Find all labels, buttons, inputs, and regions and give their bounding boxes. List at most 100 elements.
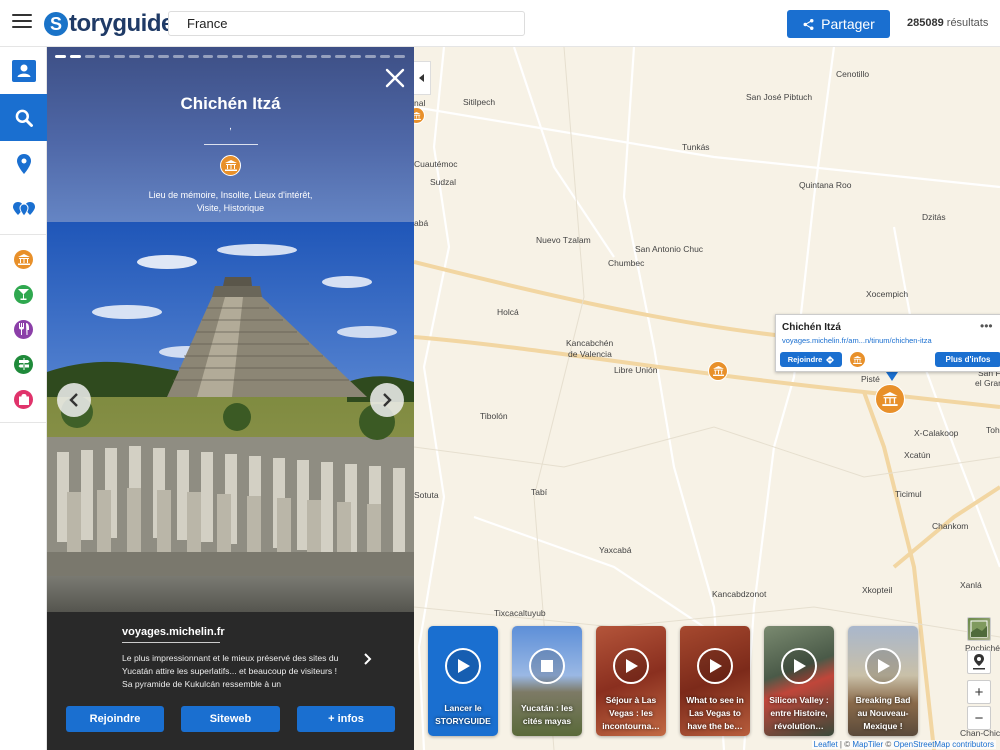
layer-switcher-button[interactable] — [967, 617, 991, 641]
poi-description: Le plus impressionnant et le mieux prése… — [122, 653, 339, 689]
map-label: de Valencia — [568, 349, 612, 359]
search-icon — [15, 109, 33, 127]
signpost-icon — [14, 354, 33, 374]
results-number: 285089 — [907, 17, 944, 29]
story-card-las-vegas-fr[interactable]: Séjour à Las Vegas : les incontourna… — [596, 626, 666, 736]
collapse-panel-button[interactable] — [414, 61, 431, 95]
more-options-icon[interactable]: ••• — [980, 319, 993, 333]
restaurant-icon — [14, 319, 33, 339]
directions-icon — [826, 355, 835, 364]
sidebar-item-places[interactable] — [0, 186, 47, 232]
play-icon — [781, 648, 817, 684]
map-label: San Antonio Chuc — [635, 244, 704, 254]
more-info-button[interactable]: + infos — [297, 706, 395, 732]
caret-left-icon — [419, 74, 424, 82]
map-label: Toh — [986, 425, 1000, 435]
monument-icon — [220, 155, 241, 176]
map-label: Ticimul — [895, 489, 922, 499]
popup-more-info-button[interactable]: Plus d'infos — [935, 352, 1000, 367]
map-label: Quintana Roo — [799, 180, 852, 190]
map-label: Holcá — [497, 307, 519, 317]
hamburger-menu-icon[interactable] — [12, 14, 32, 32]
sidebar-item-shopping[interactable] — [0, 384, 47, 414]
multi-pin-icon — [12, 202, 35, 217]
map-label: Cenotillo — [836, 69, 870, 79]
attribution-sep: © — [883, 740, 894, 749]
source-name[interactable]: voyages.michelin.fr — [122, 626, 225, 638]
map-attribution: Leaflet | © MapTiler © OpenStreetMap con… — [811, 740, 996, 749]
leaflet-link[interactable]: Leaflet — [814, 740, 838, 749]
locate-person-icon — [973, 654, 985, 670]
poi-title: Chichén Itzá — [180, 94, 281, 113]
popup-join-button[interactable]: Rejoindre — [780, 352, 842, 367]
story-card-yucatan[interactable]: Yucatán : les cités mayas — [512, 626, 582, 736]
share-button[interactable]: Partager — [787, 10, 890, 38]
poi-detail-panel: Chichén Itzá , Lieu de mémoire, Insolite… — [47, 47, 414, 750]
play-icon — [697, 648, 733, 684]
story-card-breaking-bad[interactable]: Breaking Bad au Nouveau-Mexique ! — [848, 626, 918, 736]
story-card-label: What to see in Las Vegas to have the be… — [686, 695, 744, 731]
map-view[interactable]: Sitilpech Cenotillo San José Pibtuch Tun… — [414, 47, 1000, 750]
zoom-in-button[interactable]: + — [967, 680, 991, 704]
map-label: Kancabchén — [566, 338, 614, 348]
story-card-las-vegas-en[interactable]: What to see in Las Vegas to have the be… — [680, 626, 750, 736]
sidebar-item-location[interactable] — [0, 141, 47, 186]
map-label: X-Calakoop — [914, 428, 959, 438]
close-icon[interactable] — [384, 67, 406, 89]
storyguide-logo[interactable]: S toryguide — [44, 9, 174, 39]
chevron-right-icon[interactable] — [361, 652, 375, 666]
story-card-silicon-valley[interactable]: Silicon Valley : entre Histoire, révolut… — [764, 626, 834, 736]
sidebar-divider — [0, 422, 47, 423]
popup-join-label: Rejoindre — [787, 355, 823, 364]
story-progress-bar — [55, 55, 405, 58]
map-label: Nuevo Tzalam — [536, 235, 591, 245]
sidebar-item-search[interactable] — [0, 94, 47, 141]
chevron-left-icon — [69, 393, 78, 407]
geolocate-button[interactable] — [967, 650, 991, 674]
map-label: Tixcacaltuyub — [494, 608, 546, 618]
photo-blur-strip — [47, 576, 414, 612]
map-label: Sotuta — [414, 490, 439, 500]
next-photo-button[interactable] — [370, 383, 404, 417]
shopping-bag-icon — [14, 389, 33, 409]
popup-title[interactable]: Chichén Itzá — [782, 322, 841, 333]
selected-poi-marker[interactable] — [875, 384, 905, 414]
left-sidebar — [0, 47, 47, 750]
sidebar-item-profile[interactable] — [0, 47, 47, 94]
panel-info-section: voyages.michelin.fr Le plus impressionna… — [47, 612, 414, 750]
sidebar-item-activities[interactable] — [0, 349, 47, 379]
maptiler-link[interactable]: MapTiler — [852, 740, 883, 749]
title-divider — [204, 144, 258, 145]
story-card-label: Séjour à Las Vegas : les incontourna… — [602, 695, 660, 731]
attribution-sep: | © — [837, 740, 853, 749]
previous-photo-button[interactable] — [57, 383, 91, 417]
popup-url-link[interactable]: voyages.michelin.fr/am...n/tinum/chichen… — [782, 336, 932, 345]
map-label: Dzitás — [922, 212, 946, 222]
zoom-out-button[interactable]: − — [967, 706, 991, 730]
satellite-layer-icon — [970, 620, 988, 638]
story-card-label: Yucatán : les cités mayas — [521, 703, 573, 726]
play-icon — [865, 648, 901, 684]
logo-text: toryguide — [69, 10, 174, 37]
share-label: Partager — [821, 16, 875, 32]
website-button[interactable]: Siteweb — [181, 706, 280, 732]
sidebar-item-bars[interactable] — [0, 279, 47, 309]
osm-link[interactable]: OpenStreetMap contributors — [894, 740, 995, 749]
map-label: Pisté — [861, 374, 880, 384]
search-input[interactable] — [168, 11, 525, 36]
map-label: Xocempich — [866, 289, 909, 299]
join-button[interactable]: Rejoindre — [66, 706, 164, 732]
story-card-launch[interactable]: Lancer le STORYGUIDE — [428, 626, 498, 736]
sidebar-item-restaurants[interactable] — [0, 314, 47, 344]
map-poi-marker[interactable] — [708, 361, 728, 381]
map-label: Tibolón — [480, 411, 508, 421]
map-label: Chumbec — [608, 258, 645, 268]
story-card-label: Silicon Valley : entre Histoire, révolut… — [769, 695, 829, 731]
map-label: Xcatún — [904, 450, 931, 460]
panel-header: Chichén Itzá , Lieu de mémoire, Insolite… — [47, 47, 414, 222]
monument-icon — [414, 111, 421, 120]
sidebar-item-monuments[interactable] — [0, 244, 47, 274]
top-bar: S toryguide Partager 285089 résultats — [0, 0, 1000, 47]
monument-icon — [14, 249, 33, 269]
map-label: Tabí — [531, 487, 548, 497]
